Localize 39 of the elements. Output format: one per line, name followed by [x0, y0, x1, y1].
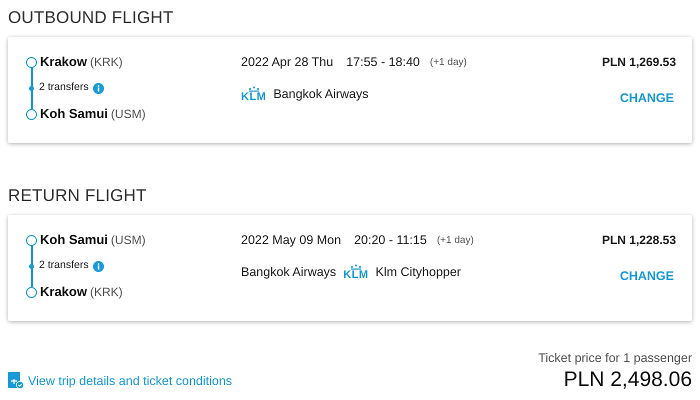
flight-date: 2022 May 09 Mon: [241, 232, 342, 249]
change-button[interactable]: CHANGE: [620, 89, 676, 108]
total-price: PLN 2,498.06: [562, 368, 692, 391]
airline-logo: KLM: [241, 86, 266, 102]
airline-name: Bangkok Airways: [241, 264, 336, 281]
price-label: Ticket price for 1 passenger: [538, 350, 692, 367]
stop-icon: [26, 286, 37, 298]
city-name: Koh Samui: [40, 105, 108, 124]
section-title: OUTBOUND FLIGHT: [8, 7, 174, 29]
ticket-icon: [8, 372, 24, 390]
airline-name: Bangkok Airways: [273, 86, 369, 103]
stopover-icon: [29, 86, 34, 90]
flight-price: PLN 1,228.53: [602, 232, 676, 249]
day-offset: (+1 day): [436, 234, 474, 248]
airport-code: (KRK): [90, 54, 123, 71]
day-offset: (+1 day): [430, 56, 467, 70]
stop-icon: [26, 108, 37, 120]
transfers-text: 2 transfers: [39, 80, 89, 96]
route-line: [31, 245, 32, 287]
airline-logo: KLM: [343, 264, 369, 280]
city-name: Koh Samui: [40, 231, 108, 250]
details-link[interactable]: View trip details and ticket conditions: [28, 372, 232, 391]
transfers-text: 2 transfers: [39, 258, 89, 274]
airline-name: Klm Cityhopper: [376, 264, 461, 281]
info-icon[interactable]: [92, 82, 104, 94]
city-name: Krakow: [40, 283, 87, 302]
flight-time: 17:55 - 18:40: [346, 54, 420, 71]
flight-time: 20:20 - 11:15: [354, 232, 427, 249]
airport-code: (KRK): [90, 284, 123, 301]
section-title: RETURN FLIGHT: [8, 185, 148, 207]
flight-date: 2022 Apr 28 Thu: [241, 54, 334, 71]
city-name: Krakow: [40, 53, 87, 72]
info-icon[interactable]: [92, 260, 104, 272]
flight-price: PLN 1,269.53: [602, 54, 676, 71]
route-line: [31, 67, 32, 109]
change-button[interactable]: CHANGE: [620, 267, 676, 286]
airport-code: (USM): [110, 232, 146, 249]
stopover-icon: [29, 264, 34, 268]
airport-code: (USM): [110, 106, 146, 123]
